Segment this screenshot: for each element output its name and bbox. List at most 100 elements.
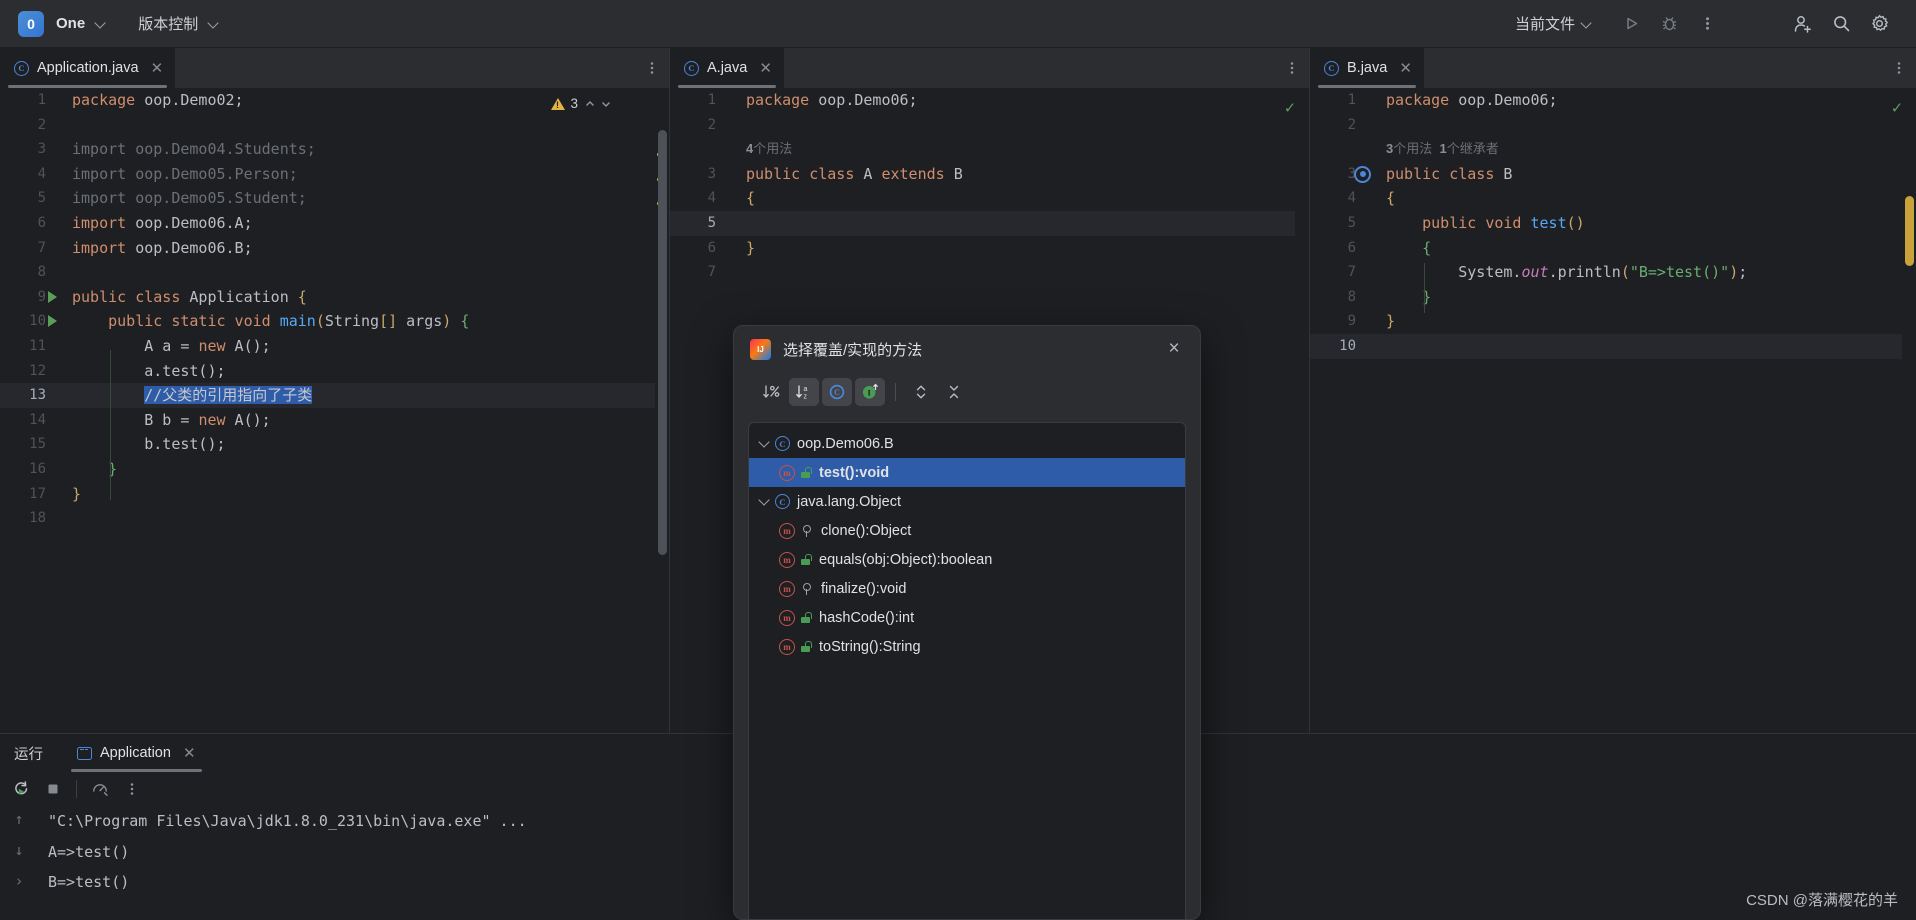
run-more-button[interactable] [117,774,147,804]
public-lock-icon [801,467,812,478]
collapse-all-button[interactable] [939,378,969,406]
show-classes-button[interactable]: C [822,378,852,406]
usages-inlay[interactable]: 3个用法 1个继承者 [1386,137,1499,162]
public-lock-icon [801,554,812,565]
tab-application-java[interactable]: C Application.java ✕ [0,48,176,88]
sort-alphabetically-button[interactable]: a z [789,378,819,406]
code-line: 16 } [0,457,669,482]
tree-node-label: test():void [819,464,890,481]
usages-inlay[interactable]: 4个用法 [746,137,792,162]
code-editor-application[interactable]: 3 1 package oop.Demo02; 2 3 import oop.Dem… [0,88,669,733]
code-line: 15 b.test(); [0,432,669,457]
line-content: } [746,238,756,257]
add-user-button[interactable] [1784,5,1822,43]
show-interfaces-button[interactable]: I [855,378,885,406]
console-icon [77,746,92,760]
chevron-down-icon[interactable] [208,18,219,29]
line-content: public class A extends B [746,164,963,183]
implemented-by-gutter-icon[interactable] [1354,165,1371,183]
error-stripe-1[interactable] [655,88,669,733]
console-command: "C:\Program Files\Java\jdk1.8.0_231\bin\… [48,812,527,830]
profiler-button[interactable] [85,774,115,804]
tree-node-method[interactable]: m hashCode():int [749,603,1185,632]
tab-a-java[interactable]: C A.java ✕ [670,48,784,88]
run-button[interactable] [1612,5,1650,43]
code-line-current: 13 //父类的引用指向了子类 [0,383,669,408]
close-icon[interactable]: × [1160,335,1188,363]
search-button[interactable] [1822,5,1860,43]
error-stripe-2[interactable] [1295,88,1309,733]
line-number: 2 [37,116,46,133]
chevron-down-icon[interactable] [95,18,106,29]
line-content: } [72,484,82,503]
editor-options-button-3[interactable] [1882,48,1916,88]
code-line: 5 import oop.Demo05.Student; [0,186,669,211]
soft-wrap-icon[interactable]: › [14,872,23,890]
line-number: 3 [37,141,46,158]
run-gutter-icon[interactable] [48,315,57,328]
code-line: 1 package oop.Demo06; [670,88,1309,113]
run-config-selector[interactable]: 当前文件 [1515,13,1575,34]
tree-node-method[interactable]: m finalize():void [749,574,1185,603]
line-number: 17 [29,485,46,502]
more-options-button[interactable] [1688,5,1726,43]
scroll-up-icon[interactable]: ↑ [14,810,23,828]
vcs-widget-label[interactable]: 版本控制 [138,13,198,34]
code-line: 3 import oop.Demo04.Students; [0,137,669,162]
run-gutter-icon[interactable] [48,290,57,303]
stop-button[interactable] [38,774,68,804]
line-number: 3 [707,165,716,182]
settings-button[interactable] [1860,5,1898,43]
java-class-icon: C [775,494,790,509]
console-side-toolbar: ↑ ↓ › [0,806,38,920]
sort-by-visibility-button[interactable] [756,378,786,406]
toolbar-divider [76,780,77,798]
run-tab-application[interactable]: Application ✕ [67,734,206,772]
method-icon: m [779,551,795,568]
line-content: import oop.Demo05.Person; [72,164,298,183]
code-line: 2 [0,113,669,138]
close-icon[interactable]: ✕ [1399,59,1412,77]
tab-bar-1: C Application.java ✕ [0,48,669,88]
chevron-down-icon[interactable] [753,436,775,448]
tab-label: A.java [707,60,748,76]
line-number: 4 [37,165,46,182]
tab-b-java[interactable]: C B.java ✕ [1310,48,1424,88]
protected-key-icon [802,582,811,595]
chevron-down-icon[interactable] [753,494,775,506]
code-line: 5 public void test() [1310,211,1916,236]
scroll-down-icon[interactable]: ↓ [14,841,23,859]
editor-options-button-1[interactable] [635,48,669,88]
line-number: 8 [1347,288,1356,305]
line-number: 5 [1347,214,1356,231]
members-tree[interactable]: C oop.Demo06.B m test():void C java.lang… [748,422,1186,919]
tree-node-method[interactable]: m toString():String [749,632,1185,661]
tree-node-class[interactable]: C oop.Demo06.B [749,429,1185,458]
close-icon[interactable]: ✕ [759,59,772,77]
editor-options-button-2[interactable] [1275,48,1309,88]
error-stripe-3[interactable] [1902,88,1916,733]
vertical-scrollbar[interactable] [658,130,667,555]
java-class-icon: C [684,60,699,76]
line-content: A a = new A(); [144,336,271,355]
vertical-scrollbar[interactable] [1905,196,1914,266]
debug-button[interactable] [1650,5,1688,43]
toolbar-right-group: 当前文件 [1515,5,1916,43]
chevron-down-icon[interactable] [1581,18,1592,29]
close-icon[interactable]: ✕ [151,59,164,77]
code-editor-b[interactable]: ✓ 1 package oop.Demo06; 2 3个用法 1个继承者 3 pub… [1310,88,1916,733]
code-lines-2: 1 package oop.Demo06; 2 4个用法 3 public clas… [670,88,1309,285]
expand-all-button[interactable] [906,378,936,406]
tree-node-class[interactable]: C java.lang.Object [749,487,1185,516]
rerun-button[interactable] [6,774,36,804]
tree-node-method[interactable]: m clone():Object [749,516,1185,545]
tree-node-method[interactable]: m equals(obj:Object):boolean [749,545,1185,574]
code-line: 14 B b = new A(); [0,408,669,433]
line-content: import oop.Demo06.B; [72,238,253,257]
tab-bar-2: C A.java ✕ [670,48,1309,88]
code-lines-3: 1 package oop.Demo06; 2 3个用法 1个继承者 3 publi… [1310,88,1916,359]
close-icon[interactable]: ✕ [183,744,196,762]
tree-node-method[interactable]: m test():void [749,458,1185,487]
line-number: 5 [707,214,716,231]
project-name[interactable]: One [56,15,85,32]
